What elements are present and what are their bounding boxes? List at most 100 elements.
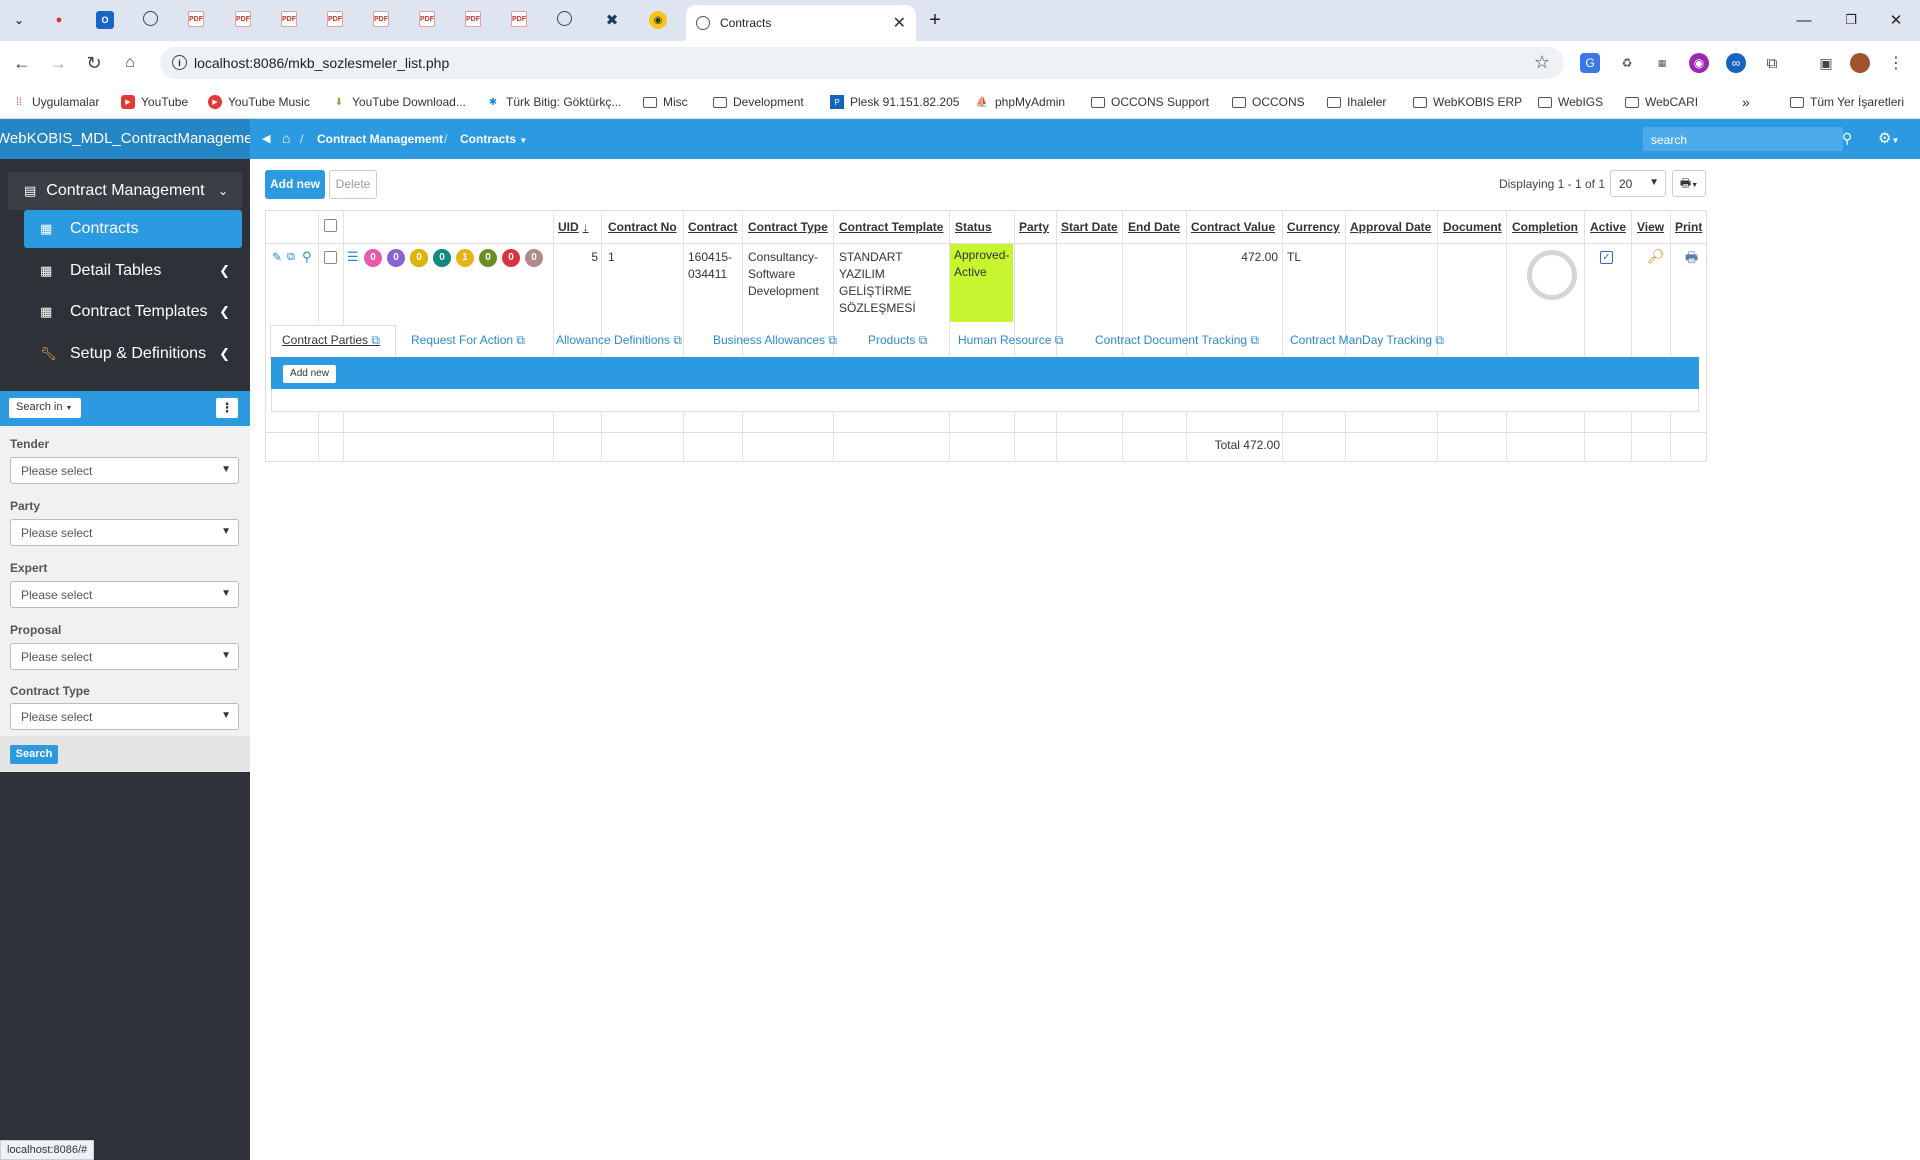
site-info-icon[interactable]: i bbox=[172, 55, 187, 70]
tab-contract-document-tracking[interactable]: Contract Document Tracking ⧉ bbox=[1095, 333, 1259, 348]
extensions-puzzle-icon[interactable]: ⧉ bbox=[1762, 53, 1782, 73]
tab-contract-parties[interactable]: Contract Parties ⧉ bbox=[282, 333, 380, 348]
column-header-approval-date[interactable]: Approval Date bbox=[1350, 210, 1431, 244]
tab-favicon-pdf-icon[interactable]: PDF bbox=[327, 11, 343, 27]
url-bar[interactable]: i localhost:8086/mkb_sozlesmeler_list.ph… bbox=[160, 47, 1564, 79]
tab-list-chevron-icon[interactable]: ⌄ bbox=[10, 11, 28, 29]
column-header-contract[interactable]: Contract bbox=[688, 210, 737, 244]
tab-favicon-pdf-icon[interactable]: PDF bbox=[235, 11, 251, 27]
column-header-active[interactable]: Active bbox=[1590, 210, 1626, 244]
sidebar-item-contracts[interactable]: ▦ Contracts bbox=[24, 210, 242, 248]
tab-favicon-pdf-icon[interactable]: PDF bbox=[465, 11, 481, 27]
view-magnifier-icon[interactable]: 🔎︎ bbox=[1647, 248, 1665, 265]
edit-icon[interactable]: ✎ bbox=[272, 249, 282, 266]
sidebar-menu-contract-management[interactable]: ▤ Contract Management ⌄ bbox=[8, 172, 242, 210]
bookmark-folder-development[interactable]: Development bbox=[713, 93, 804, 111]
app-search-input[interactable]: search bbox=[1643, 127, 1843, 151]
tab-favicon-pdf-icon[interactable]: PDF bbox=[373, 11, 389, 27]
tab-contracts[interactable]: Contracts ✕ bbox=[686, 5, 916, 41]
reload-button[interactable]: ↻ bbox=[82, 52, 106, 74]
badge-count[interactable]: 0 bbox=[433, 249, 451, 267]
infinity-extension-icon[interactable]: ∞ bbox=[1726, 53, 1746, 73]
column-header-uid[interactable]: UID ↓ bbox=[558, 210, 589, 244]
tab-products[interactable]: Products ⧉ bbox=[868, 333, 927, 348]
filter-select-party[interactable]: Please select ▼ bbox=[10, 519, 239, 546]
translate-extension-icon[interactable]: G bbox=[1580, 53, 1600, 73]
side-panel-icon[interactable]: ▣ bbox=[1816, 53, 1836, 73]
print-row-icon[interactable]: 🖶︎ bbox=[1685, 249, 1698, 266]
details-list-icon[interactable]: ☰ bbox=[347, 248, 359, 265]
filter-select-tender[interactable]: Please select ▼ bbox=[10, 457, 239, 484]
sidebar-toggle-icon[interactable]: ◀ bbox=[262, 132, 270, 145]
tab-favicon-outlook-icon[interactable]: O bbox=[96, 11, 114, 29]
print-menu-button[interactable]: 🖶︎▼ bbox=[1672, 170, 1706, 197]
filter-select-proposal[interactable]: Please select ▼ bbox=[10, 643, 239, 670]
page-size-select[interactable]: 20 ▼ bbox=[1610, 170, 1666, 197]
bookmark-folder-webigs[interactable]: WebIGS bbox=[1538, 93, 1603, 111]
badge-count[interactable]: 0 bbox=[364, 249, 382, 267]
bookmark-youtube[interactable]: ▶ YouTube bbox=[121, 93, 188, 111]
badge-count[interactable]: 0 bbox=[387, 249, 405, 267]
tab-allowance-definitions[interactable]: Allowance Definitions ⧉ bbox=[556, 333, 682, 348]
tab-human-resource[interactable]: Human Resource ⧉ bbox=[958, 333, 1063, 348]
column-header-status[interactable]: Status bbox=[955, 210, 992, 244]
badge-count[interactable]: 0 bbox=[479, 249, 497, 267]
column-header-party[interactable]: Party bbox=[1019, 210, 1049, 244]
breadcrumb-contracts[interactable]: Contracts ▼ bbox=[460, 132, 527, 146]
tab-favicon-pdf-icon[interactable]: PDF bbox=[281, 11, 297, 27]
filter-select-expert[interactable]: Please select ▼ bbox=[10, 581, 239, 608]
select-all-checkbox[interactable] bbox=[324, 219, 337, 232]
sidebar-item-detail-tables[interactable]: ▦ Detail Tables ❮ bbox=[24, 252, 242, 290]
column-header-contract-value[interactable]: Contract Value bbox=[1191, 210, 1275, 244]
bookmark-folder-occons[interactable]: OCCONS bbox=[1232, 93, 1305, 111]
close-window-button[interactable]: ✕ bbox=[1881, 8, 1911, 32]
column-header-contract-type[interactable]: Contract Type bbox=[748, 210, 828, 244]
column-header-currency[interactable]: Currency bbox=[1287, 210, 1340, 244]
home-button[interactable]: ⌂ bbox=[118, 52, 142, 74]
more-options-icon[interactable]: ⋮ bbox=[216, 398, 238, 418]
html-extension-icon[interactable]: ▦ bbox=[1652, 53, 1672, 73]
browser-menu-icon[interactable]: ⋮ bbox=[1886, 53, 1906, 73]
new-tab-button[interactable]: + bbox=[920, 8, 950, 32]
breadcrumb-contract-management[interactable]: Contract Management bbox=[317, 132, 443, 146]
add-new-button[interactable]: Add new bbox=[265, 170, 325, 199]
copy-icon[interactable]: ⧉ bbox=[287, 249, 295, 266]
bookmark-phpmyadmin[interactable]: ⛵ phpMyAdmin bbox=[975, 93, 1065, 111]
tab-favicon-record-icon[interactable]: ● bbox=[50, 11, 68, 29]
badge-count[interactable]: 0 bbox=[502, 249, 520, 267]
column-header-view[interactable]: View bbox=[1637, 210, 1664, 244]
column-header-contract-no[interactable]: Contract No bbox=[608, 210, 677, 244]
tab-favicon-globe-icon[interactable] bbox=[143, 11, 158, 26]
column-header-print[interactable]: Print bbox=[1675, 210, 1702, 244]
bookmark-apps[interactable]: ⁞⁞ Uygulamalar bbox=[12, 93, 99, 111]
recycle-extension-icon[interactable]: ♻ bbox=[1617, 53, 1637, 73]
gear-icon[interactable]: ⚙▼ bbox=[1878, 129, 1899, 147]
bookmark-plesk[interactable]: P Plesk 91.151.82.205 bbox=[830, 93, 959, 111]
bookmark-youtube-music[interactable]: ▶ YouTube Music bbox=[208, 93, 310, 111]
tab-favicon-pdf-icon[interactable]: PDF bbox=[419, 11, 435, 27]
tab-favicon-pdf-icon[interactable]: PDF bbox=[511, 11, 527, 27]
tab-favicon-pdf-icon[interactable]: PDF bbox=[188, 11, 204, 27]
tab-business-allowances[interactable]: Business Allowances ⧉ bbox=[713, 333, 837, 348]
minimize-button[interactable]: — bbox=[1789, 8, 1819, 32]
sidebar-item-contract-templates[interactable]: ▦ Contract Templates ❮ bbox=[24, 293, 242, 331]
row-select-checkbox[interactable] bbox=[324, 251, 337, 264]
sidebar-item-setup-definitions[interactable]: 🔧︎ Setup & Definitions ❮ bbox=[24, 335, 242, 373]
bookmark-folder-misc[interactable]: Misc bbox=[643, 93, 688, 111]
restore-button[interactable]: ❐ bbox=[1836, 8, 1866, 32]
badge-count[interactable]: 0 bbox=[525, 249, 543, 267]
tab-favicon-globe-icon[interactable] bbox=[557, 11, 572, 26]
app-brand[interactable]: WebKOBIS_MDL_ContractManagement bbox=[0, 119, 250, 159]
filter-select-contract-type[interactable]: Please select ▼ bbox=[10, 703, 239, 730]
profile-avatar[interactable] bbox=[1850, 53, 1870, 73]
tab-contract-manday-tracking[interactable]: Contract ManDay Tracking ⧉ bbox=[1290, 333, 1444, 348]
search-in-dropdown[interactable]: Search in ▼ bbox=[9, 398, 81, 418]
column-header-contract-template[interactable]: Contract Template bbox=[839, 210, 943, 244]
bookmark-all-bookmarks[interactable]: Tüm Yer İşaretleri bbox=[1790, 93, 1904, 111]
tab-request-for-action[interactable]: Request For Action ⧉ bbox=[411, 333, 525, 348]
bookmark-folder-webcari[interactable]: WebCARI bbox=[1625, 93, 1698, 111]
tab-favicon-tiger-icon[interactable]: ◉ bbox=[649, 11, 667, 29]
column-header-completion[interactable]: Completion bbox=[1512, 210, 1578, 244]
search-button[interactable]: Search bbox=[10, 745, 58, 764]
bookmark-youtube-download[interactable]: ⬇ YouTube Download... bbox=[332, 93, 466, 111]
